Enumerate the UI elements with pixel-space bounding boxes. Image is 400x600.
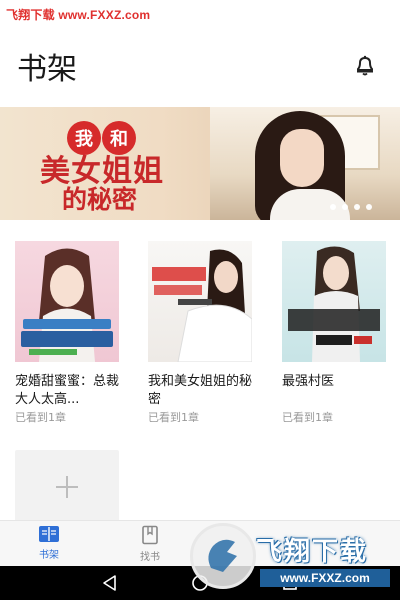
book-title: 最强村医 [282, 374, 335, 389]
book-item[interactable]: 宠婚甜蜜蜜：总裁大人太高... 已看到1章 [15, 241, 121, 424]
banner-subtitle: 的秘密 [62, 185, 138, 214]
watermark-text: 飞翔下载 [256, 537, 369, 567]
watermark-overlay: 飞翔下载 www.FXXZ.com [190, 523, 395, 595]
book-cover[interactable] [148, 241, 252, 362]
tab-label: 找书 [140, 552, 160, 563]
find-book-icon [142, 525, 158, 545]
carousel-dot[interactable] [354, 204, 360, 210]
watermark-url: www.FXXZ.com [260, 569, 390, 587]
carousel-dot[interactable] [366, 204, 372, 210]
book-title: 我和美女姐姐的秘密 [148, 374, 253, 407]
watermark-text-top: 飞翔下载 www.FXXZ.com [6, 8, 151, 22]
book-item[interactable]: 最强村医 已看到1章 [282, 241, 388, 424]
carousel-dot[interactable] [330, 204, 336, 210]
book-title: 宠婚甜蜜蜜：总裁大人太高... [15, 374, 120, 407]
book-progress: 已看到1章 [15, 411, 66, 424]
book-cover-art [152, 249, 252, 362]
tab-label: 书架 [39, 550, 59, 561]
watermark-logo-icon [190, 523, 256, 589]
tab-find-book[interactable]: 找书 [120, 525, 180, 565]
book-item[interactable]: 我和美女姐姐的秘密 已看到1章 [148, 241, 254, 424]
status-bar: 飞翔下载 www.FXXZ.com [0, 0, 400, 30]
book-cover[interactable] [15, 241, 119, 362]
book-cover-art [21, 248, 113, 362]
page-title: 书架 [17, 52, 77, 87]
book-progress: 已看到1章 [282, 411, 333, 424]
book-cover[interactable] [282, 241, 386, 362]
book-cover-art [288, 246, 380, 362]
plus-icon [56, 476, 78, 498]
carousel-indicator [330, 204, 372, 210]
bookshelf-icon [39, 526, 59, 542]
bell-icon [357, 55, 373, 76]
app-bar: 书架 [0, 30, 400, 100]
notification-bell-button[interactable] [348, 48, 382, 82]
book-progress: 已看到1章 [148, 411, 199, 424]
tab-bookshelf[interactable]: 书架 [19, 525, 79, 565]
add-book-button[interactable] [15, 450, 119, 524]
carousel-dot[interactable] [342, 204, 348, 210]
back-icon[interactable] [100, 573, 120, 593]
